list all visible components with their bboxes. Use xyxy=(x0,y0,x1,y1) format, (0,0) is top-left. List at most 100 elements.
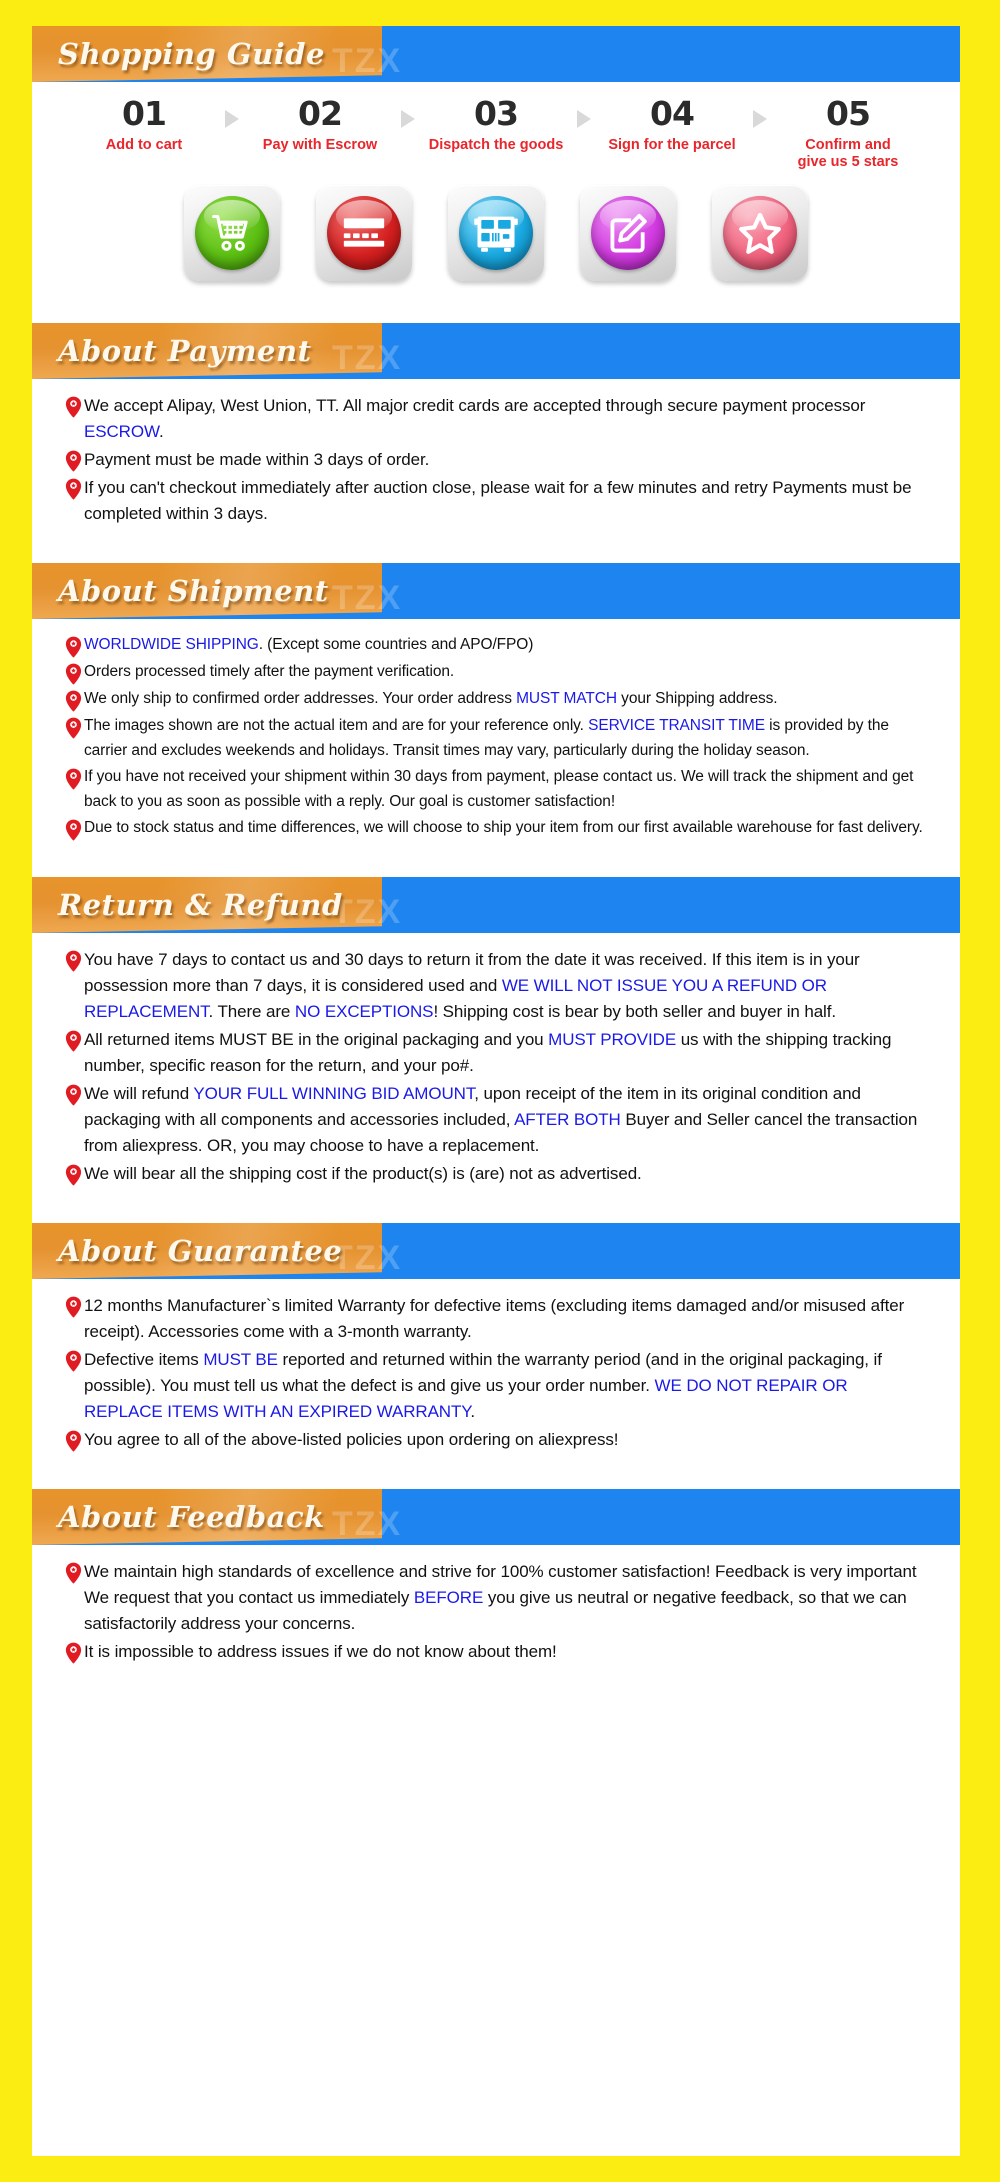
bullet-item: We maintain high standards of excellence… xyxy=(62,1559,930,1637)
map-pin-icon xyxy=(65,663,81,685)
step-number: 03 xyxy=(474,94,519,133)
tile-pay-with-escrow xyxy=(316,185,412,281)
step-label: Dispatch the goods xyxy=(428,137,564,153)
map-pin-icon xyxy=(65,950,81,972)
step-number: 05 xyxy=(826,94,871,133)
step-04: 04 Sign for the parcel xyxy=(597,96,747,154)
bullet-text: 12 months Manufacturer`s limited Warrant… xyxy=(84,1293,930,1345)
shopping-guide-body: 01 Add to cart 02 Pay with Escrow 03 Dis… xyxy=(32,82,960,305)
bullet-text: WORLDWIDE SHIPPING. (Except some countri… xyxy=(84,633,930,658)
section-title: About Payment xyxy=(58,334,312,368)
map-pin-icon xyxy=(65,819,81,841)
bullet-text: The images shown are not the actual item… xyxy=(84,714,930,763)
map-pin-icon xyxy=(65,1430,81,1452)
bullet-item: We will bear all the shipping cost if th… xyxy=(62,1161,930,1187)
step-05: 05 Confirm and give us 5 stars xyxy=(773,96,923,171)
highlighted-text: MUST MATCH xyxy=(516,690,617,707)
map-pin-icon xyxy=(65,690,81,712)
map-pin-icon xyxy=(65,636,81,658)
map-pin-icon xyxy=(62,816,84,841)
map-pin-icon xyxy=(62,1293,84,1318)
map-pin-icon xyxy=(65,1642,81,1664)
bullet-item: All returned items MUST BE in the origin… xyxy=(62,1027,930,1079)
step-number: 01 xyxy=(122,94,167,133)
step-label: Confirm and give us 5 stars xyxy=(797,137,899,170)
plain-text: . xyxy=(470,1402,475,1421)
bullet-item: If you have not received your shipment w… xyxy=(62,765,930,814)
bullet-item: Due to stock status and time differences… xyxy=(62,816,930,841)
arrow-right-icon xyxy=(395,110,421,128)
tile-confirm-stars xyxy=(712,185,808,281)
steps-row: 01 Add to cart 02 Pay with Escrow 03 Dis… xyxy=(32,82,960,171)
highlighted-text: AFTER BOTH xyxy=(514,1110,621,1129)
section-title: Shopping Guide xyxy=(58,37,325,71)
plain-text: We will bear all the shipping cost if th… xyxy=(84,1164,642,1183)
arrow-right-icon xyxy=(747,110,773,128)
map-pin-icon xyxy=(65,478,81,500)
highlighted-text: MUST PROVIDE xyxy=(548,1030,677,1049)
delivery-bus-icon xyxy=(459,196,533,270)
about-payment-content: We accept Alipay, West Union, TT. All ma… xyxy=(32,379,960,545)
bullet-item: If you can't checkout immediately after … xyxy=(62,475,930,527)
map-pin-icon xyxy=(62,1347,84,1372)
map-pin-icon xyxy=(62,475,84,500)
bullet-item: Payment must be made within 3 days of or… xyxy=(62,447,930,473)
highlighted-text: WORLDWIDE SHIPPING xyxy=(84,636,259,653)
bullet-item: WORLDWIDE SHIPPING. (Except some countri… xyxy=(62,633,930,658)
map-pin-icon xyxy=(65,1296,81,1318)
bullet-text: We will bear all the shipping cost if th… xyxy=(84,1161,930,1187)
plain-text: You agree to all of the above-listed pol… xyxy=(84,1430,619,1449)
banner-return-refund: TZX Return & Refund xyxy=(32,877,960,933)
banner-about-guarantee: TZX About Guarantee xyxy=(32,1223,960,1279)
sign-document-icon xyxy=(591,196,665,270)
banner-about-feedback: TZX About Feedback xyxy=(32,1489,960,1545)
bullet-item: Defective items MUST BE reported and ret… xyxy=(62,1347,930,1425)
section-title: About Feedback xyxy=(58,1500,325,1534)
bullet-text: We will refund YOUR FULL WINNING BID AMO… xyxy=(84,1081,930,1159)
credit-card-icon xyxy=(327,196,401,270)
map-pin-icon xyxy=(62,660,84,685)
map-pin-icon xyxy=(65,768,81,790)
banner-about-payment: TZX About Payment xyxy=(32,323,960,379)
step-label: Add to cart xyxy=(105,137,183,153)
bottom-spacer xyxy=(32,1683,960,1693)
about-shipment-content: WORLDWIDE SHIPPING. (Except some countri… xyxy=(32,619,960,859)
bullet-text: Due to stock status and time differences… xyxy=(84,816,930,841)
highlighted-text: SERVICE TRANSIT TIME xyxy=(588,717,765,734)
map-pin-icon xyxy=(62,1027,84,1052)
plain-text: All returned items MUST BE in the origin… xyxy=(84,1030,549,1049)
map-pin-icon xyxy=(62,1559,84,1584)
map-pin-icon xyxy=(65,717,81,739)
plain-text: If you can't checkout immediately after … xyxy=(84,478,912,523)
plain-text: Due to stock status and time differences… xyxy=(84,819,923,836)
bullet-text: We only ship to confirmed order addresse… xyxy=(84,687,930,712)
section-title: About Shipment xyxy=(58,574,329,608)
map-pin-icon xyxy=(62,947,84,972)
map-pin-icon xyxy=(65,450,81,472)
section-title: About Guarantee xyxy=(58,1234,343,1268)
map-pin-icon xyxy=(62,765,84,790)
arrow-right-icon xyxy=(219,110,245,128)
step-label: Sign for the parcel xyxy=(608,137,736,153)
map-pin-icon xyxy=(65,396,81,418)
map-pin-icon xyxy=(62,1081,84,1106)
plain-text: We only ship to confirmed order addresse… xyxy=(84,690,517,707)
bullet-text: All returned items MUST BE in the origin… xyxy=(84,1027,930,1079)
highlighted-text: MUST BE xyxy=(203,1350,278,1369)
map-pin-icon xyxy=(65,1084,81,1106)
shopping-cart-icon xyxy=(195,196,269,270)
banner-about-shipment: TZX About Shipment xyxy=(32,563,960,619)
bullet-item: It is impossible to address issues if we… xyxy=(62,1639,930,1665)
map-pin-icon xyxy=(62,1639,84,1664)
tile-dispatch-goods xyxy=(448,185,544,281)
bullet-item: 12 months Manufacturer`s limited Warrant… xyxy=(62,1293,930,1345)
step-03: 03 Dispatch the goods xyxy=(421,96,571,154)
plain-text: We will refund xyxy=(84,1084,194,1103)
bullet-text: We accept Alipay, West Union, TT. All ma… xyxy=(84,393,930,445)
plain-text: Defective items xyxy=(84,1350,204,1369)
plain-text: your Shipping address. xyxy=(616,690,778,707)
bullet-item: We will refund YOUR FULL WINNING BID AMO… xyxy=(62,1081,930,1159)
about-guarantee-content: 12 months Manufacturer`s limited Warrant… xyxy=(32,1279,960,1471)
bullet-item: You agree to all of the above-listed pol… xyxy=(62,1427,930,1453)
bullet-item: We only ship to confirmed order addresse… xyxy=(62,687,930,712)
